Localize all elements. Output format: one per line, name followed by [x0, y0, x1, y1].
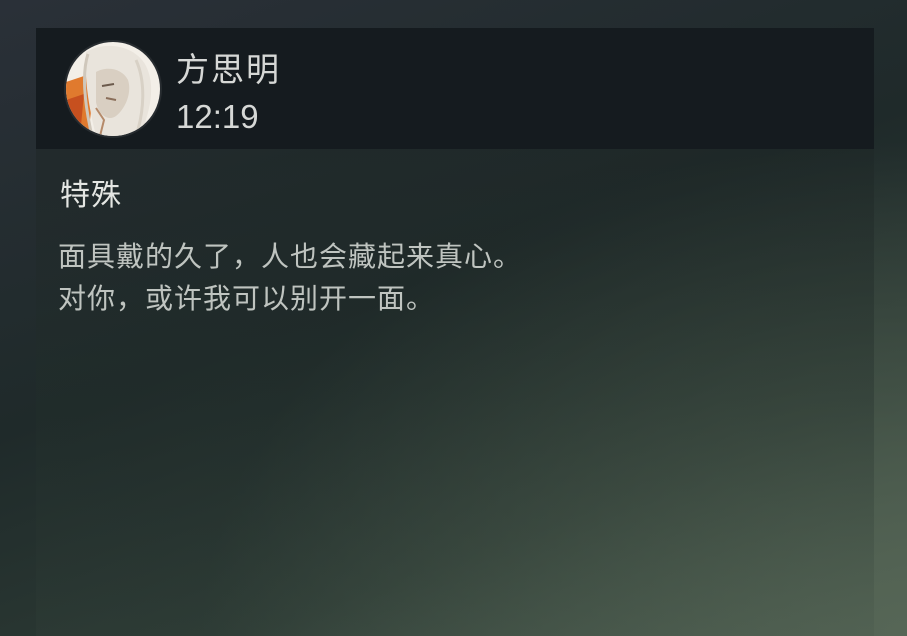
message-header: 方思明 12:19 — [36, 28, 874, 149]
message-subject: 特殊 — [60, 178, 122, 213]
message-timestamp: 12:19 — [176, 98, 259, 135]
message-body-line: 面具戴的久了，人也会藏起来真心。 — [58, 240, 523, 273]
sender-name: 方思明 — [176, 50, 281, 89]
sender-avatar[interactable] — [66, 42, 160, 136]
message-body-line: 对你，或许我可以别开一面。 — [58, 282, 436, 315]
character-portrait-icon — [66, 42, 160, 136]
message-card: 方思明 12:19 特殊 面具戴的久了，人也会藏起来真心。 对你，或许我可以别开… — [36, 28, 874, 636]
